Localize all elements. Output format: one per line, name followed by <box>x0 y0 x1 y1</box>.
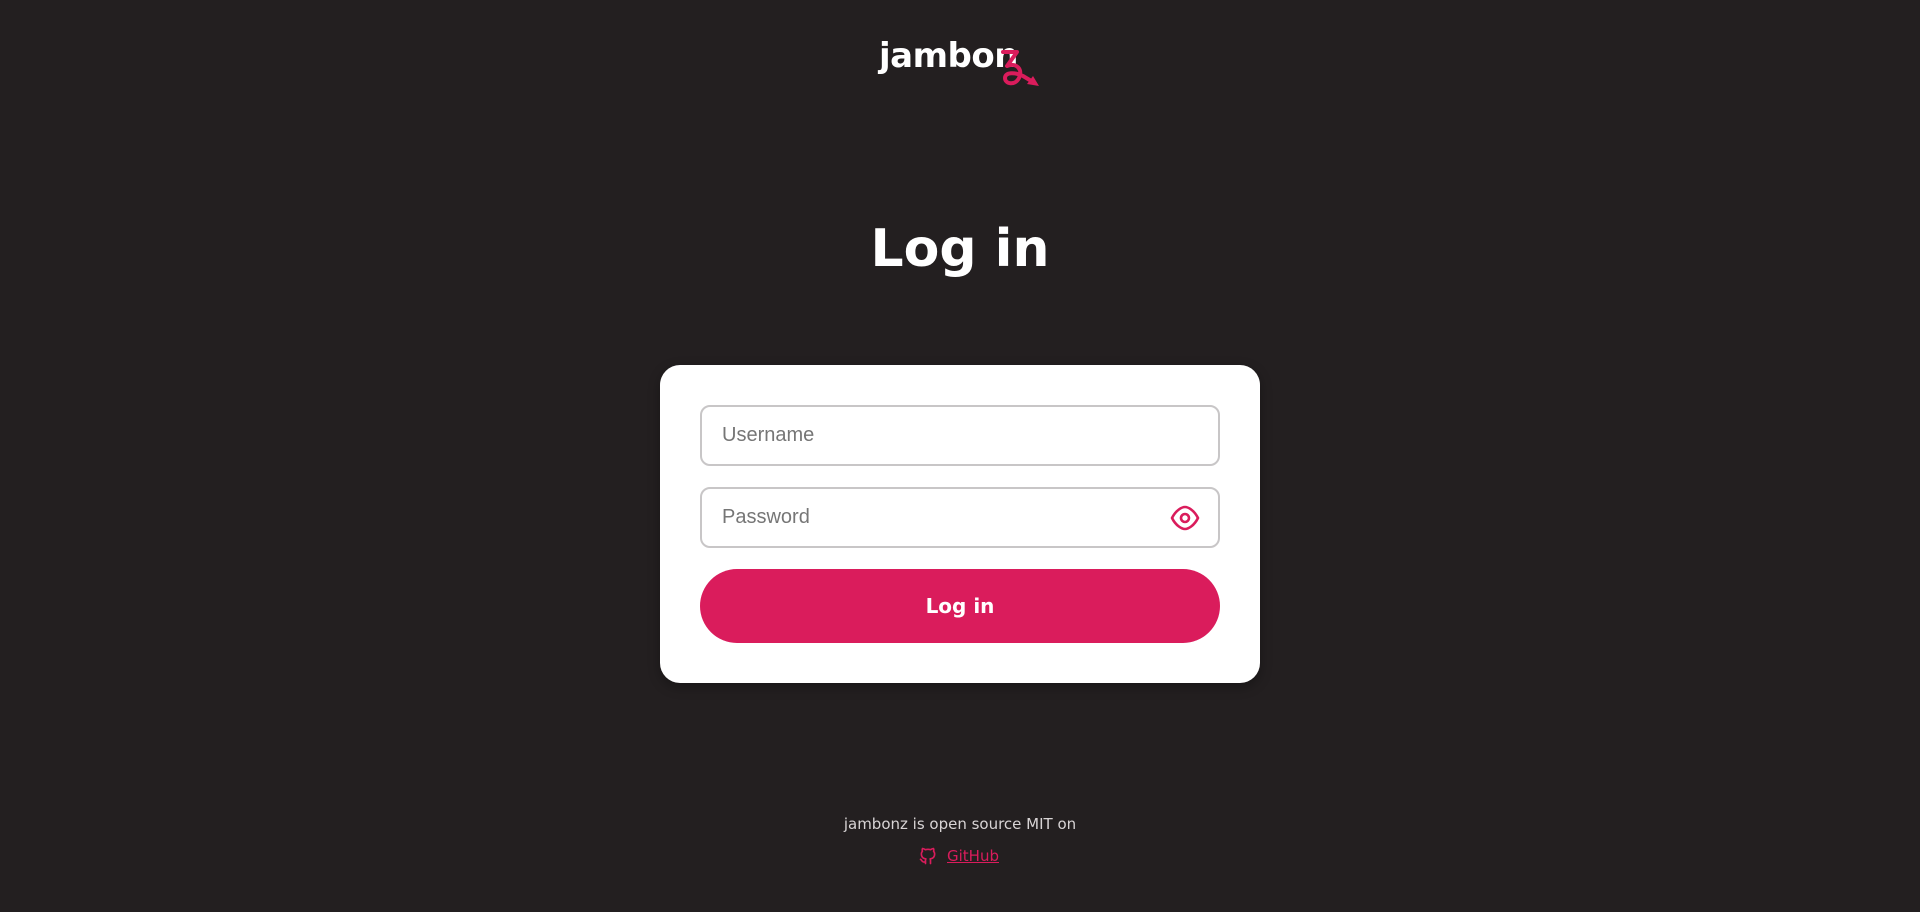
username-input[interactable] <box>702 407 1218 464</box>
github-icon <box>919 847 936 865</box>
eye-icon[interactable] <box>1170 504 1200 532</box>
password-field-wrapper <box>700 487 1220 548</box>
username-field-wrapper <box>700 405 1220 466</box>
login-card: Log in <box>660 365 1260 683</box>
login-page: jambon Log in Log in jambonz is open sou… <box>0 0 1920 912</box>
logo-z-arrow-icon <box>1001 50 1039 86</box>
login-button[interactable]: Log in <box>700 569 1220 643</box>
logo-wordmark: jambon <box>879 36 1018 76</box>
footer-text: jambonz is open source MIT on <box>843 815 1077 833</box>
jambonz-logo: jambon <box>879 36 1044 94</box>
page-title: Log in <box>870 219 1050 279</box>
password-input[interactable] <box>702 489 1218 546</box>
github-link[interactable]: GitHub <box>918 845 999 867</box>
github-link-label: GitHub <box>947 847 999 865</box>
